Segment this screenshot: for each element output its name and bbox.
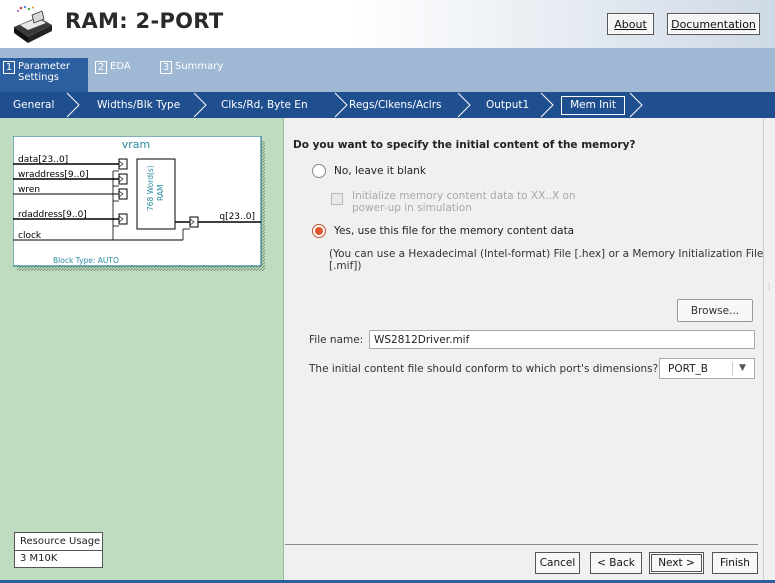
chevron-right-icon: [66, 92, 80, 118]
port-select[interactable]: PORT_B ▼: [659, 358, 755, 379]
port-data: data[23..0]: [18, 155, 68, 165]
step-label-line2: Settings: [18, 72, 60, 83]
next-button[interactable]: Next >: [649, 552, 704, 574]
about-button-label: About: [614, 17, 647, 31]
right-edge-strip: [763, 118, 775, 580]
footer-divider: [285, 544, 758, 545]
next-button-label: Next >: [658, 557, 695, 569]
symbol-panel: vram data[23..0] wraddress[9..0] wren rd…: [0, 118, 284, 580]
port-wren: wren: [18, 185, 40, 195]
diagram-title: vram: [122, 138, 151, 151]
back-button[interactable]: < Back: [590, 552, 642, 574]
megawizard-logo-icon: [14, 5, 52, 43]
finish-button[interactable]: Finish: [712, 552, 758, 574]
option-yes-label: Yes, use this file for the memory conten…: [334, 225, 575, 237]
documentation-button-label: Documentation: [671, 17, 756, 31]
tab-eda[interactable]: 2 EDA: [92, 58, 152, 90]
file-name-input[interactable]: [369, 330, 755, 349]
crumb-mem-init[interactable]: Mem Init: [561, 96, 625, 115]
file-name-label: File name:: [309, 334, 364, 346]
port-wraddress: wraddress[9..0]: [18, 170, 89, 180]
option-no-label: No, leave it blank: [334, 165, 426, 177]
hint-line1: (You can use a Hexadecimal (Intel-format…: [329, 248, 764, 260]
radio-use-file[interactable]: [312, 224, 326, 238]
step-number: 2: [95, 61, 107, 74]
step-tabs: 1 Parameter Settings 2 EDA 3 Summary: [0, 48, 775, 92]
cancel-button-label: Cancel: [539, 557, 576, 569]
app-title: RAM: 2-PORT: [65, 9, 224, 33]
crumb-widths[interactable]: Widths/Blk Type: [97, 92, 180, 118]
chevron-right-icon: [457, 92, 471, 118]
tab-parameter-settings[interactable]: 1 Parameter Settings: [0, 58, 88, 92]
init-xx-checkbox[interactable]: [331, 193, 343, 205]
crumb-regs[interactable]: Regs/Clkens/Aclrs: [349, 92, 442, 118]
header: RAM: 2-PORT About Documentation: [0, 0, 775, 48]
block-type: Block Type: AUTO: [53, 256, 119, 265]
crumb-output1[interactable]: Output1: [486, 92, 529, 118]
step-number: 3: [160, 61, 172, 74]
block-ram: RAM: [156, 184, 165, 201]
block-words: 768 Word(s): [146, 165, 155, 211]
port-q: q[23..0]: [219, 212, 255, 222]
port-select-value: PORT_B: [668, 363, 708, 375]
block-diagram: vram data[23..0] wraddress[9..0] wren rd…: [13, 136, 265, 271]
init-xx-label-line1: Initialize memory content data to XX..X …: [352, 190, 576, 202]
step-label-line1: Parameter: [18, 61, 71, 72]
about-button[interactable]: About: [607, 13, 654, 35]
chevron-down-icon: ▼: [739, 363, 746, 373]
init-xx-label-line2: power-up in simulation: [352, 202, 472, 214]
radio-no-blank[interactable]: [312, 164, 326, 178]
hint-line2: [.mif]): [329, 260, 362, 272]
init-question: Do you want to specify the initial conte…: [293, 139, 636, 151]
port-question: The initial content file should conform …: [309, 363, 659, 375]
back-button-label: < Back: [597, 557, 635, 569]
crumb-clks[interactable]: Clks/Rd, Byte En: [221, 92, 308, 118]
port-clock: clock: [18, 231, 42, 241]
finish-button-label: Finish: [720, 557, 750, 569]
resize-grip-icon[interactable]: ⋮: [765, 282, 773, 291]
step-number: 1: [3, 61, 15, 74]
crumb-general[interactable]: General: [13, 92, 54, 118]
cancel-button[interactable]: Cancel: [535, 552, 580, 574]
chevron-right-icon: [193, 92, 207, 118]
chevron-right-icon: [629, 92, 643, 118]
browse-button[interactable]: Browse...: [677, 299, 753, 322]
breadcrumb: General Widths/Blk Type Clks/Rd, Byte En…: [0, 92, 775, 118]
resource-usage: Resource Usage 3 M10K: [14, 532, 103, 568]
port-rdaddress: rdaddress[9..0]: [18, 210, 87, 220]
mem-init-panel: Do you want to specify the initial conte…: [285, 118, 775, 580]
resource-usage-value: 3 M10K: [20, 553, 58, 564]
documentation-button[interactable]: Documentation: [667, 13, 760, 35]
resource-usage-title: Resource Usage: [15, 533, 102, 551]
step-label-line1: EDA: [110, 61, 131, 72]
chevron-right-icon: [540, 92, 554, 118]
step-label-line1: Summary: [175, 61, 224, 72]
tab-summary[interactable]: 3 Summary: [157, 58, 232, 90]
